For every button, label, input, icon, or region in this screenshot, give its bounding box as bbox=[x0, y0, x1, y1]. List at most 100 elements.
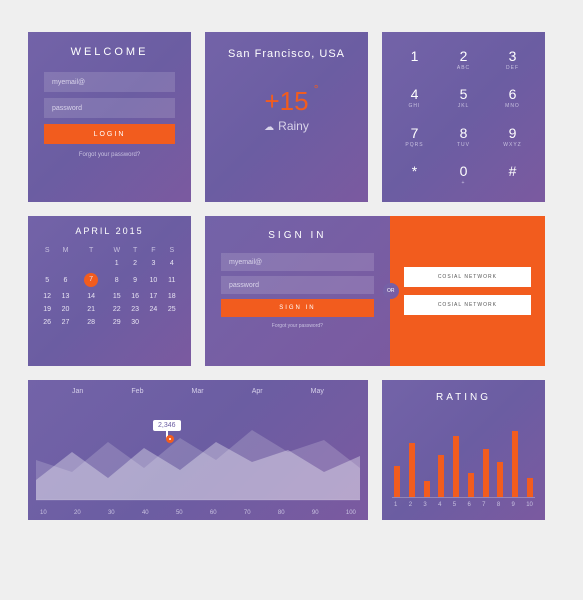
signin-forgot-link[interactable]: Forgot your password? bbox=[221, 323, 374, 329]
dial-sub: ABC bbox=[457, 65, 470, 71]
signin-password-field[interactable]: password bbox=[221, 276, 374, 294]
calendar-day[interactable]: 30 bbox=[126, 316, 144, 329]
weather-location: San Francisco, USA bbox=[215, 48, 358, 60]
area-xtick: 20 bbox=[74, 510, 81, 516]
calendar-day[interactable]: 20 bbox=[56, 303, 74, 316]
dial-key-3[interactable]: 3DEF bbox=[488, 40, 537, 79]
calendar-day[interactable]: 18 bbox=[163, 290, 181, 303]
calendar-day[interactable]: 5 bbox=[38, 270, 56, 290]
calendar-day[interactable]: 13 bbox=[56, 290, 74, 303]
rating-xtick: 2 bbox=[409, 502, 412, 508]
password-field[interactable]: password bbox=[44, 98, 175, 118]
calendar-day[interactable]: 9 bbox=[126, 270, 144, 290]
dial-num: 8 bbox=[460, 125, 468, 141]
rating-xtick: 6 bbox=[467, 502, 470, 508]
calendar-day[interactable]: 21 bbox=[75, 303, 108, 316]
dial-key-8[interactable]: 8TUV bbox=[439, 117, 488, 156]
calendar-day[interactable]: 24 bbox=[144, 303, 162, 316]
rating-bar bbox=[483, 449, 489, 497]
dial-key-0[interactable]: 0+ bbox=[439, 156, 488, 195]
calendar-day[interactable]: 14 bbox=[75, 290, 108, 303]
rating-bar bbox=[527, 478, 533, 497]
dial-num: 9 bbox=[509, 125, 517, 141]
rating-bar bbox=[468, 473, 474, 498]
calendar-day[interactable]: 12 bbox=[38, 290, 56, 303]
dial-key-7[interactable]: 7PQRS bbox=[390, 117, 439, 156]
dial-num: 5 bbox=[460, 86, 468, 102]
area-callout: 2,346 bbox=[153, 420, 181, 431]
dial-sub: MNO bbox=[505, 103, 520, 109]
weather-temperature: +15° bbox=[264, 86, 308, 117]
rating-bar bbox=[438, 455, 444, 497]
calendar-day[interactable]: 11 bbox=[163, 270, 181, 290]
social-button-2[interactable]: COSIAL NETWORK bbox=[404, 295, 531, 315]
dial-num: # bbox=[509, 163, 517, 179]
signin-email-field[interactable]: myemail@ bbox=[221, 253, 374, 271]
calendar-day[interactable]: 8 bbox=[108, 270, 126, 290]
login-button[interactable]: LOGIN bbox=[44, 124, 175, 144]
dial-key-1[interactable]: 1 bbox=[390, 40, 439, 79]
area-xtick: 70 bbox=[244, 510, 251, 516]
rain-icon: ☁ bbox=[264, 122, 274, 133]
calendar-day[interactable]: 23 bbox=[126, 303, 144, 316]
calendar-title: APRIL 2015 bbox=[38, 226, 181, 236]
calendar-day[interactable]: 10 bbox=[144, 270, 162, 290]
social-button-1[interactable]: COSIAL NETWORK bbox=[404, 267, 531, 287]
calendar-day[interactable]: 27 bbox=[56, 316, 74, 329]
calendar-day[interactable]: 17 bbox=[144, 290, 162, 303]
rating-xaxis: 12345678910 bbox=[392, 497, 535, 508]
calendar-day[interactable]: 28 bbox=[75, 316, 108, 329]
weather-card: San Francisco, USA +15° ☁Rainy bbox=[205, 32, 368, 202]
calendar-day[interactable]: 15 bbox=[108, 290, 126, 303]
signin-social: OR COSIAL NETWORK COSIAL NETWORK bbox=[390, 216, 545, 366]
welcome-card: WELCOME myemail@ password LOGIN Forgot y… bbox=[28, 32, 191, 202]
calendar-table: SMTWTFS ...12345678910111213141516171819… bbox=[38, 244, 181, 329]
calendar-day[interactable]: 22 bbox=[108, 303, 126, 316]
calendar-day[interactable]: 29 bbox=[108, 316, 126, 329]
area-xtick: 90 bbox=[312, 510, 319, 516]
rating-title: RATING bbox=[392, 392, 535, 403]
calendar-day[interactable]: 6 bbox=[56, 270, 74, 290]
calendar-card: APRIL 2015 SMTWTFS ...123456789101112131… bbox=[28, 216, 191, 366]
rating-bar bbox=[453, 436, 459, 497]
area-month-label: Jan bbox=[72, 388, 83, 395]
dial-key-2[interactable]: 2ABC bbox=[439, 40, 488, 79]
calendar-day[interactable]: 19 bbox=[38, 303, 56, 316]
email-field[interactable]: myemail@ bbox=[44, 72, 175, 92]
dial-num: 4 bbox=[411, 86, 419, 102]
dial-key-9[interactable]: 9WXYZ bbox=[488, 117, 537, 156]
calendar-day[interactable]: 4 bbox=[163, 257, 181, 270]
area-chart-months: JanFebMarAprMay bbox=[28, 388, 368, 395]
calendar-day[interactable]: 3 bbox=[144, 257, 162, 270]
rating-card: RATING 12345678910 bbox=[382, 380, 545, 520]
dial-key-4[interactable]: 4GHI bbox=[390, 79, 439, 118]
rating-xtick: 3 bbox=[423, 502, 426, 508]
dial-key-#[interactable]: # bbox=[488, 156, 537, 195]
or-badge: OR bbox=[383, 283, 399, 299]
area-xtick: 10 bbox=[40, 510, 47, 516]
dial-key-*[interactable]: * bbox=[390, 156, 439, 195]
calendar-day[interactable]: 7 bbox=[75, 270, 108, 290]
area-month-label: Mar bbox=[192, 388, 204, 395]
rating-bar bbox=[409, 443, 415, 497]
calendar-dow: F bbox=[144, 244, 162, 257]
dial-num: 6 bbox=[509, 86, 517, 102]
calendar-day[interactable]: 16 bbox=[126, 290, 144, 303]
forgot-password-link[interactable]: Forgot your password? bbox=[44, 152, 175, 158]
dial-num: 0 bbox=[460, 163, 468, 179]
rating-bar bbox=[394, 466, 400, 497]
rating-xtick: 7 bbox=[482, 502, 485, 508]
signin-title: SIGN IN bbox=[221, 230, 374, 241]
calendar-day[interactable]: 2 bbox=[126, 257, 144, 270]
welcome-title: WELCOME bbox=[44, 46, 175, 58]
dial-sub: PQRS bbox=[405, 142, 423, 148]
calendar-header-row: SMTWTFS bbox=[38, 244, 181, 257]
calendar-day[interactable]: 1 bbox=[108, 257, 126, 270]
dial-sub: GHI bbox=[409, 103, 421, 109]
dial-key-6[interactable]: 6MNO bbox=[488, 79, 537, 118]
signin-button[interactable]: SIGN IN bbox=[221, 299, 374, 317]
calendar-day[interactable]: 26 bbox=[38, 316, 56, 329]
rating-xtick: 9 bbox=[512, 502, 515, 508]
dial-key-5[interactable]: 5JKL bbox=[439, 79, 488, 118]
calendar-day[interactable]: 25 bbox=[163, 303, 181, 316]
